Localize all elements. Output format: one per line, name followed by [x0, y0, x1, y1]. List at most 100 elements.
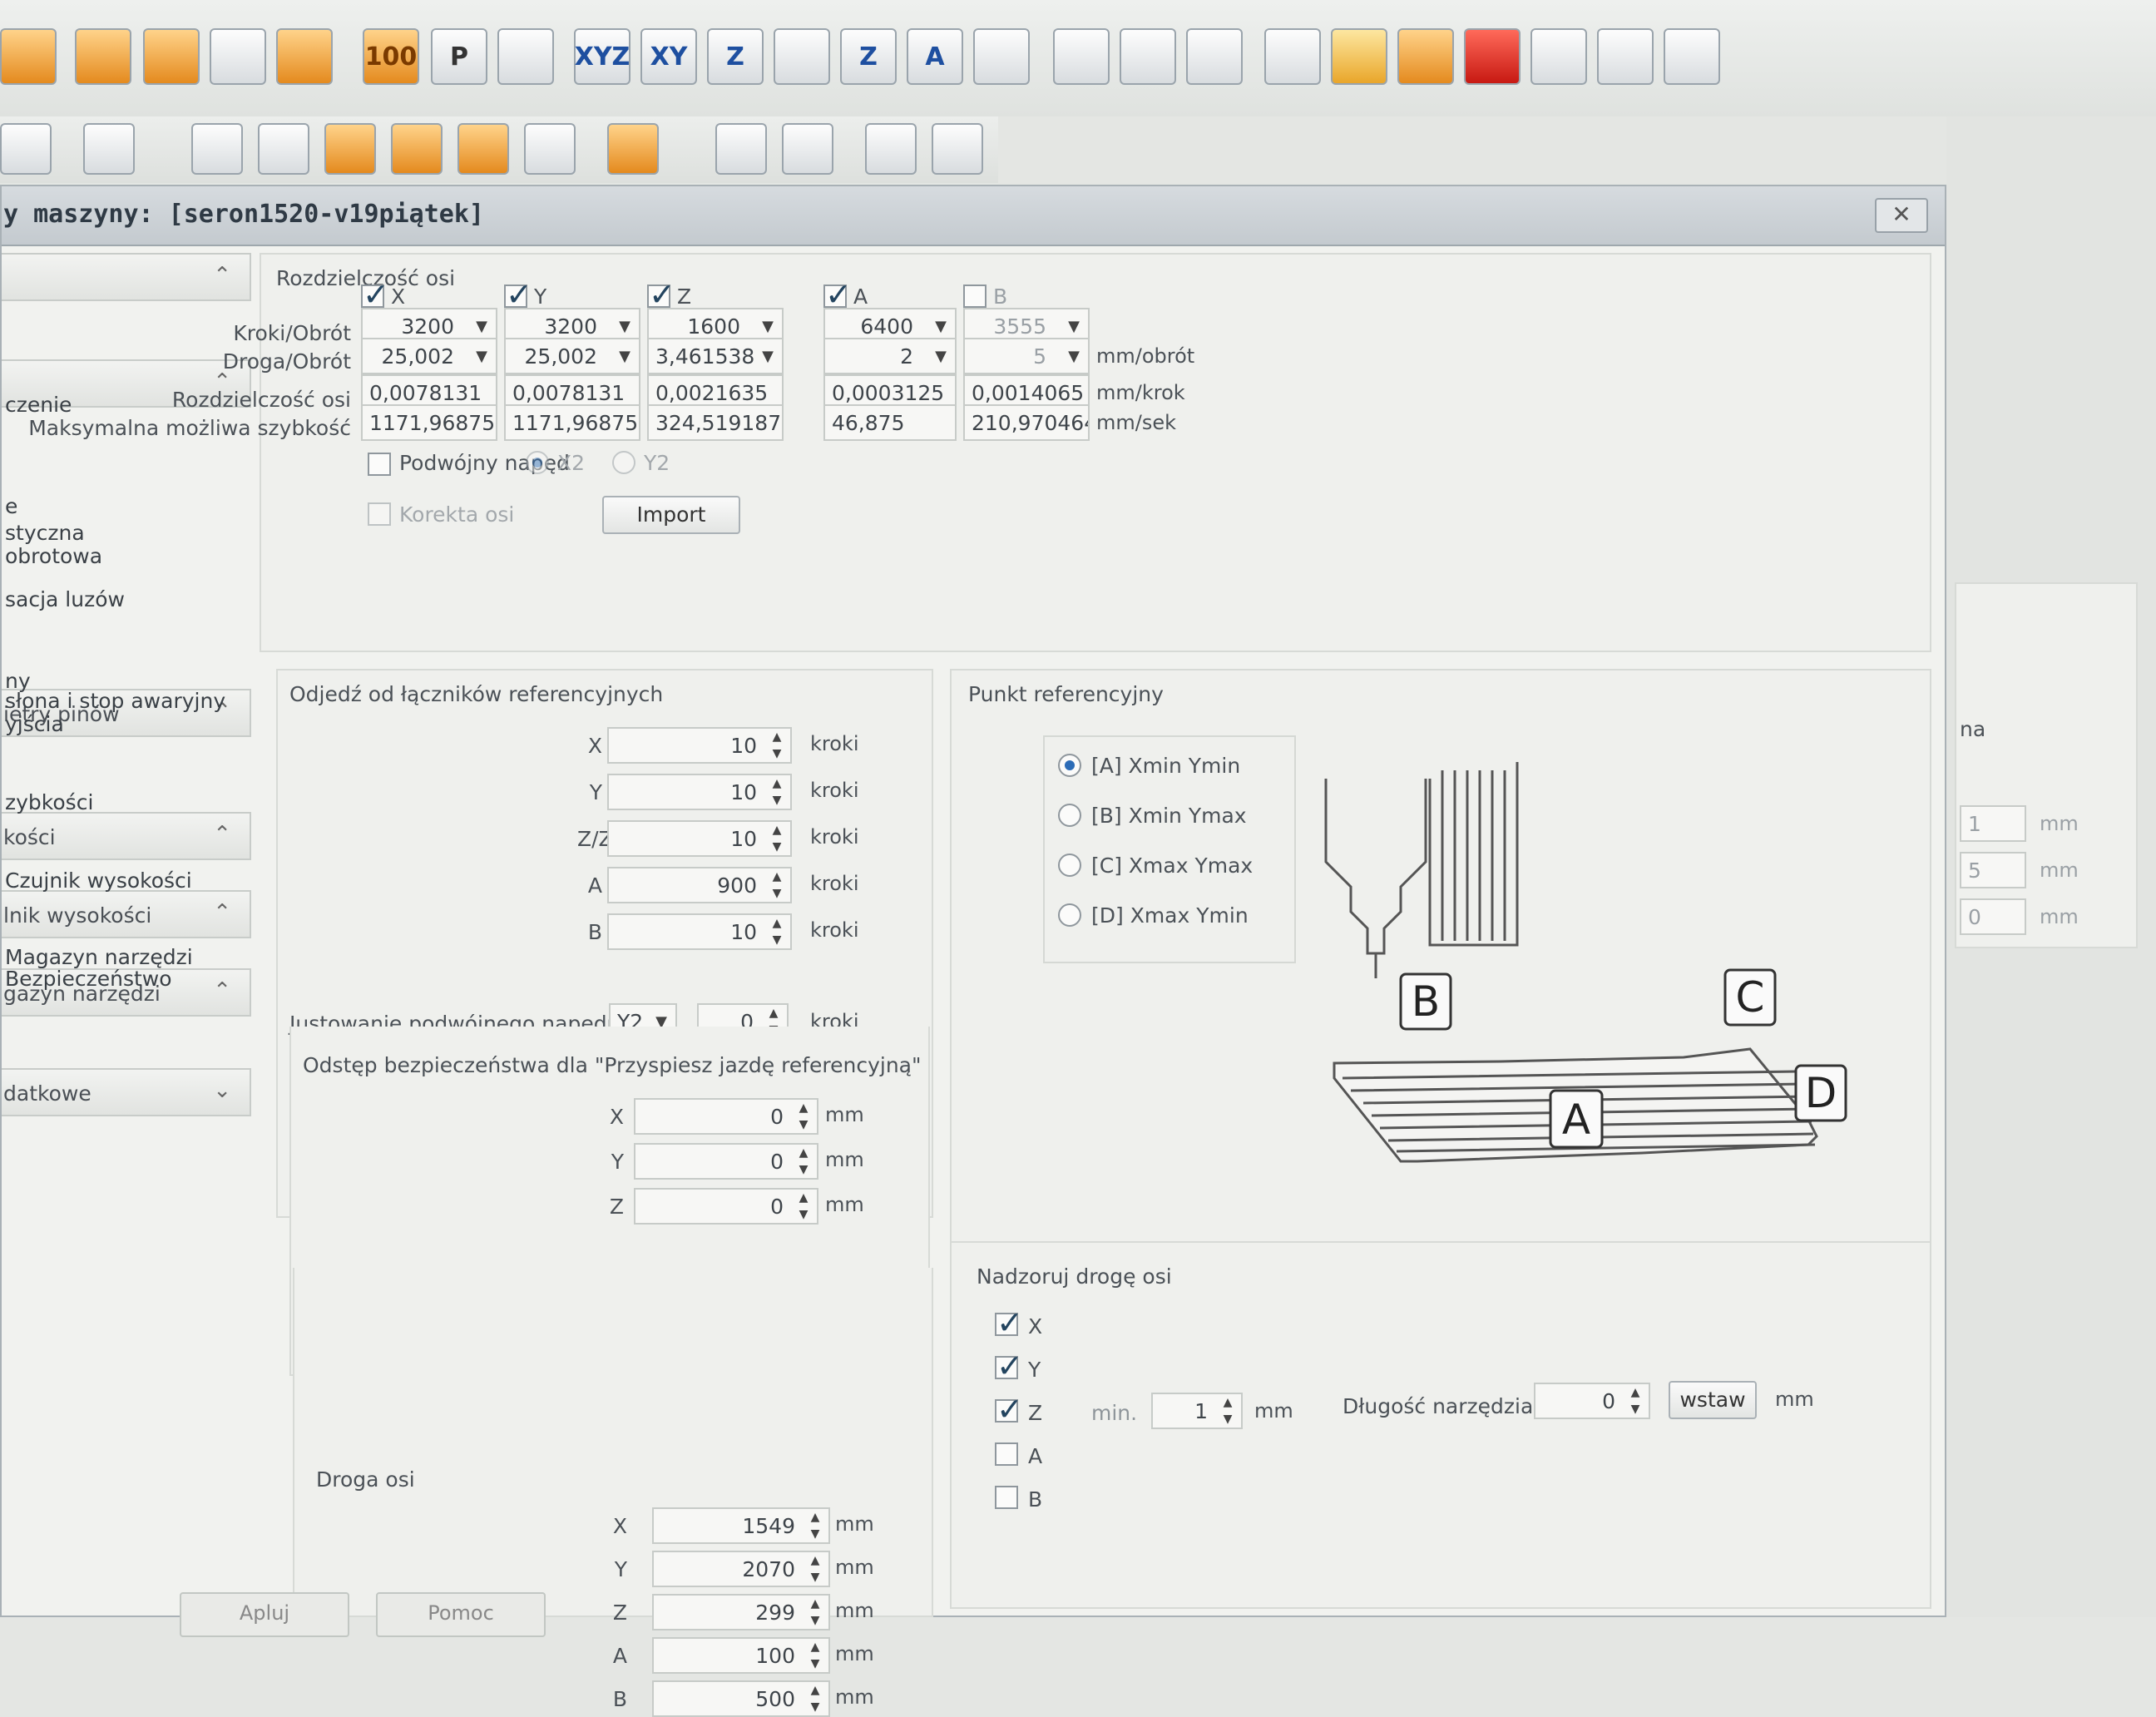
value-input[interactable]: 10 ▲ ▼: [607, 913, 792, 950]
axis-correction-checkbox[interactable]: [368, 502, 391, 526]
spinner-icon[interactable]: ▲▼: [805, 1682, 825, 1715]
tiles-icon[interactable]: [524, 123, 576, 175]
graph-icon[interactable]: [1186, 28, 1243, 85]
apply-button[interactable]: Apluj: [180, 1592, 349, 1637]
spinner-icon[interactable]: ▲▼: [794, 1100, 813, 1133]
arc2-icon[interactable]: [457, 123, 509, 175]
axis-center-icon[interactable]: [774, 28, 830, 85]
monitor-axis-checkbox[interactable]: [995, 1442, 1018, 1466]
width-icon[interactable]: [1053, 28, 1110, 85]
chevron-up-icon[interactable]: ⌃: [213, 978, 231, 1003]
value-input[interactable]: 10 ▲ ▼: [607, 727, 792, 764]
panel-icon[interactable]: [1120, 28, 1176, 85]
axis-b-icon[interactable]: [973, 28, 1030, 85]
sidebar-item[interactable]: obrotowa: [5, 544, 102, 568]
dual-drive-x2-radio[interactable]: [526, 451, 549, 474]
axis-z-icon[interactable]: Z: [707, 28, 764, 85]
spinner-icon[interactable]: ▲▼: [1218, 1394, 1238, 1428]
axis-travel-select[interactable]: 25,002 ▼: [361, 338, 497, 374]
axis-enable-checkbox[interactable]: [963, 285, 987, 308]
value-input[interactable]: 299 ▲ ▼: [652, 1594, 830, 1630]
tool-icon[interactable]: [210, 28, 266, 85]
spinner-icon[interactable]: ▲▼: [767, 822, 787, 855]
axis-xy-icon[interactable]: XY: [640, 28, 697, 85]
sidebar-group-header[interactable]: datkowe ⌄: [2, 1068, 251, 1116]
axis-travel-select[interactable]: 5 ▼: [963, 338, 1090, 374]
sidebar-item[interactable]: sacja luzów: [5, 587, 125, 611]
value-input[interactable]: 0 ▲ ▼: [634, 1098, 818, 1135]
stop-icon[interactable]: [1464, 28, 1521, 85]
open-icon[interactable]: [0, 28, 57, 85]
help-button[interactable]: Pomoc: [376, 1592, 546, 1637]
sheet-copy-icon[interactable]: [865, 123, 917, 175]
arc-icon[interactable]: [391, 123, 443, 175]
spinner-icon[interactable]: ▲▼: [767, 775, 787, 809]
spinner-icon[interactable]: ▲▼: [805, 1639, 825, 1672]
ruler-icon[interactable]: [83, 123, 135, 175]
import-button[interactable]: Import: [602, 496, 740, 534]
axis-xyz-icon[interactable]: XYZ: [574, 28, 630, 85]
sidebar-group-header[interactable]: lnik wysokości ⌃: [2, 890, 251, 938]
sidebar-item[interactable]: słona i stop awaryjny: [5, 689, 225, 713]
path-icon[interactable]: [191, 123, 243, 175]
sidebar-item[interactable]: styczna: [5, 521, 85, 545]
sidebar-item[interactable]: zybkości: [5, 790, 93, 814]
sidebar-item[interactable]: Magazyn narzędzi: [5, 945, 193, 969]
right-field-1[interactable]: 1: [1960, 805, 2026, 842]
close-button[interactable]: ✕: [1875, 198, 1928, 233]
dual-drive-y2-radio[interactable]: [612, 451, 635, 474]
monitor-axis-checkbox[interactable]: [995, 1304, 1023, 1341]
grid-icon[interactable]: [258, 123, 309, 175]
value-input[interactable]: 1549 ▲ ▼: [652, 1507, 830, 1544]
chevron-up-icon[interactable]: ⌃: [213, 900, 231, 925]
value-input[interactable]: 10 ▲ ▼: [607, 820, 792, 857]
tool-length-input[interactable]: 0 ▲ ▼: [1534, 1383, 1650, 1419]
axis-enable-checkbox[interactable]: [361, 276, 389, 313]
sidebar-item[interactable]: e: [5, 494, 17, 518]
axis-enable-checkbox[interactable]: [647, 276, 675, 313]
value-input[interactable]: 2070 ▲ ▼: [652, 1551, 830, 1587]
list-icon[interactable]: [75, 28, 131, 85]
right-field-3[interactable]: 0: [1960, 898, 2026, 935]
spinner-icon[interactable]: ▲▼: [805, 1596, 825, 1629]
value-input[interactable]: 900 ▲ ▼: [607, 867, 792, 903]
spinner-icon[interactable]: ▲▼: [767, 915, 787, 948]
counter-icon[interactable]: 100: [363, 28, 419, 85]
ref-point-radio[interactable]: [1058, 754, 1081, 777]
value-input[interactable]: 0 ▲ ▼: [634, 1188, 818, 1225]
dual-drive-checkbox[interactable]: [368, 453, 391, 476]
sheet-up-icon[interactable]: [932, 123, 983, 175]
plane-icon[interactable]: [497, 28, 554, 85]
sidebar-item[interactable]: yjścia: [5, 712, 64, 736]
axis-enable-checkbox[interactable]: [504, 276, 532, 313]
arrow-right-icon[interactable]: [0, 123, 52, 175]
chevron-up-icon[interactable]: ⌃: [213, 822, 231, 847]
p-icon[interactable]: P: [431, 28, 487, 85]
sheet-down-icon[interactable]: [715, 123, 767, 175]
ref-point-radio[interactable]: [1058, 903, 1081, 927]
axis-travel-select[interactable]: 2 ▼: [823, 338, 957, 374]
ref-point-radio[interactable]: [1058, 804, 1081, 827]
sheet-rotate-icon[interactable]: [782, 123, 833, 175]
min-input[interactable]: 1 ▲ ▼: [1151, 1393, 1243, 1429]
axis-a-icon[interactable]: A: [907, 28, 963, 85]
value-input[interactable]: 0 ▲ ▼: [634, 1143, 818, 1180]
chevron-up-icon[interactable]: ⌄: [213, 1078, 231, 1103]
right-field-2[interactable]: 5: [1960, 852, 2026, 888]
insert-button[interactable]: wstaw: [1669, 1381, 1757, 1419]
sidebar-item[interactable]: Czujnik wysokości: [5, 868, 192, 893]
spinner-icon[interactable]: ▲▼: [1625, 1384, 1645, 1418]
hammer-icon[interactable]: [143, 28, 200, 85]
probe2-icon[interactable]: [1664, 28, 1720, 85]
monitor-axis-checkbox[interactable]: [995, 1486, 1018, 1509]
spinner-icon[interactable]: ▲▼: [767, 729, 787, 762]
spinner-icon[interactable]: ▲▼: [794, 1190, 813, 1223]
spinner-icon[interactable]: ▲▼: [805, 1509, 825, 1542]
sidebar-item[interactable]: Bezpieczeństwo: [5, 967, 172, 991]
play-icon[interactable]: [1331, 28, 1387, 85]
value-input[interactable]: 10 ▲ ▼: [607, 774, 792, 810]
spinner-icon[interactable]: ▲▼: [794, 1145, 813, 1178]
chevron-up-icon[interactable]: ⌃: [213, 263, 231, 288]
axis-travel-select[interactable]: 3,461538 ▼: [647, 338, 784, 374]
value-input[interactable]: 500 ▲ ▼: [652, 1680, 830, 1717]
